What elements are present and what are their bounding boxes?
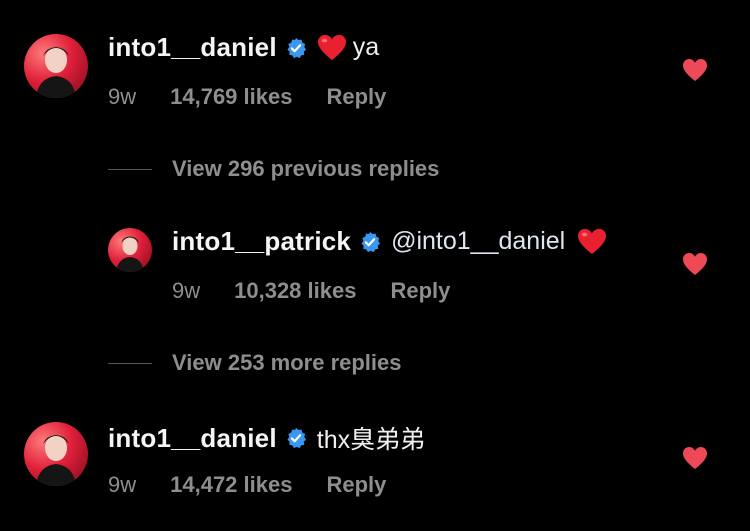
comment-text: ya	[352, 33, 380, 61]
divider-line	[108, 362, 152, 364]
view-previous-replies-button[interactable]: View 296 previous replies	[108, 156, 439, 182]
verified-badge-icon	[287, 427, 306, 449]
mention-link[interactable]: @into1__daniel	[391, 227, 565, 256]
username[interactable]: into1__daniel	[108, 423, 277, 454]
verified-badge-icon	[361, 231, 381, 252]
comment-time: 9w	[172, 278, 201, 303]
comment-time: 9w	[108, 472, 137, 497]
username[interactable]: into1__daniel	[108, 32, 277, 63]
verified-badge-icon	[287, 37, 306, 58]
avatar[interactable]	[108, 228, 152, 272]
username[interactable]: into1__patrick	[172, 226, 351, 257]
red-heart-emoji	[578, 228, 607, 254]
reply-button[interactable]: Reply	[326, 472, 386, 498]
heart-like-icon[interactable]	[682, 58, 708, 82]
view-replies-label: View 296 previous replies	[172, 156, 440, 181]
heart-like-icon[interactable]	[682, 446, 708, 470]
likes-count[interactable]: 14,472 likes	[170, 472, 292, 498]
reply-button[interactable]: Reply	[390, 278, 450, 304]
view-replies-label: View 253 more replies	[172, 350, 402, 375]
likes-count[interactable]: 10,328 likes	[234, 278, 356, 304]
avatar[interactable]	[24, 34, 88, 98]
heart-like-icon[interactable]	[682, 252, 708, 276]
comment-text: thx臭弟弟	[316, 426, 426, 454]
reply-button[interactable]: Reply	[326, 84, 386, 110]
comment-time: 9w	[108, 84, 137, 109]
divider-line	[108, 168, 152, 170]
comments-screen: into1__daniel ya 9w 14,769 likes Reply V…	[0, 0, 750, 531]
likes-count[interactable]: 14,769 likes	[170, 84, 292, 110]
red-heart-emoji	[317, 34, 346, 60]
view-more-replies-button[interactable]: View 253 more replies	[108, 350, 402, 376]
avatar[interactable]	[24, 422, 88, 486]
